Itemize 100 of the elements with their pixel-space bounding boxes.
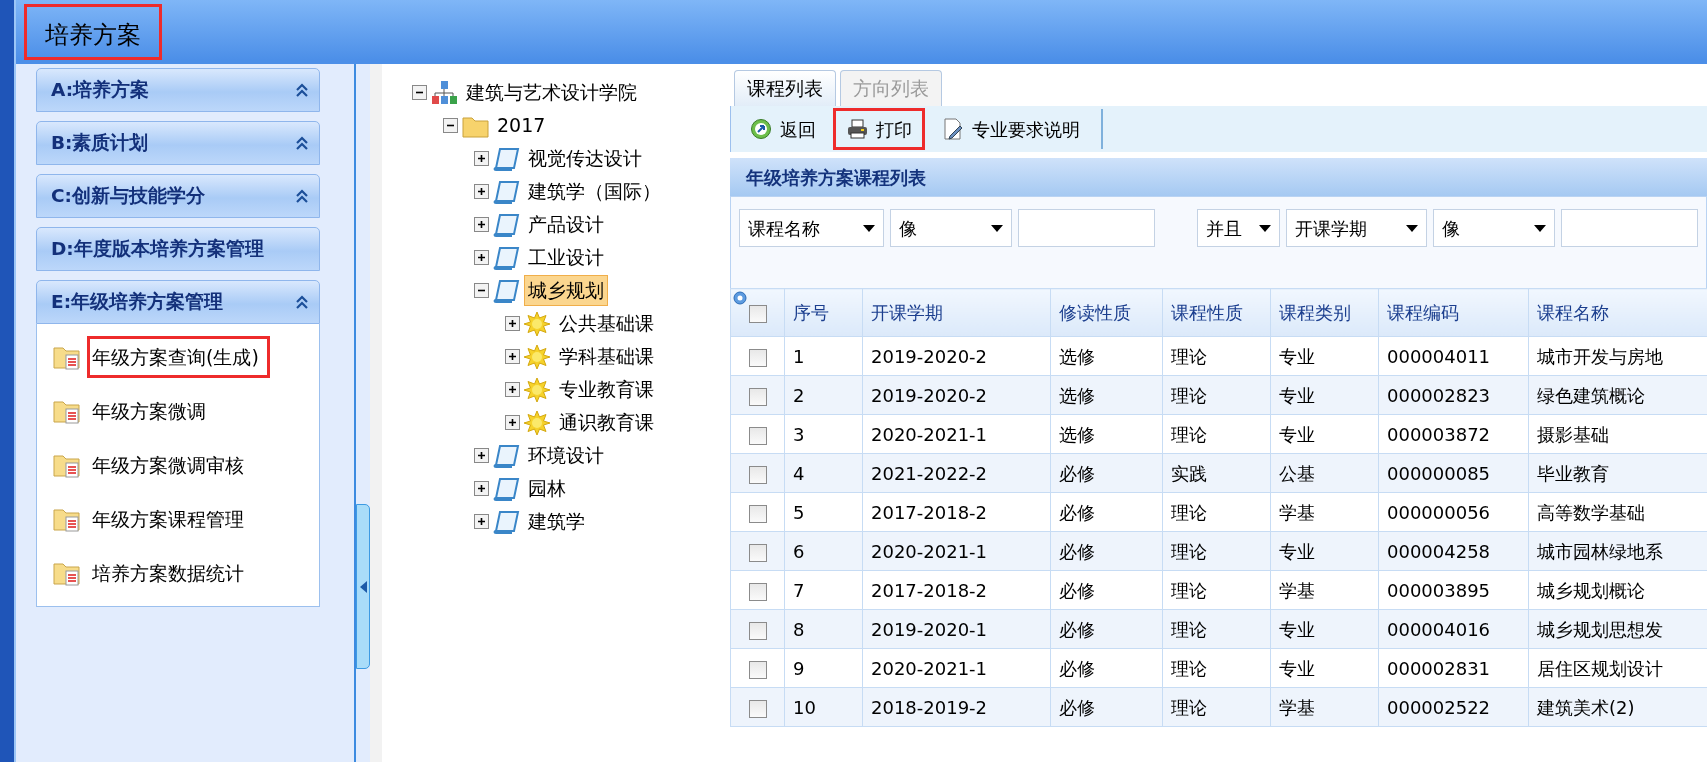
expand-icon[interactable] <box>474 184 489 199</box>
tree-item[interactable]: 环境设计 <box>524 440 608 471</box>
tree-item[interactable]: 工业设计 <box>524 242 608 273</box>
expand-icon[interactable] <box>474 151 489 166</box>
tree-item[interactable]: 建筑与艺术设计学院 <box>462 77 641 108</box>
table-cell: 理论 <box>1162 648 1271 688</box>
table-cell: 3 <box>784 414 863 454</box>
checkbox[interactable] <box>748 699 767 718</box>
select-field[interactable]: 开课学期 <box>1286 209 1428 247</box>
select-field[interactable]: 像 <box>1433 209 1556 247</box>
tree-item[interactable]: 公共基础课 <box>555 308 658 339</box>
column-header[interactable]: 开课学期 <box>862 288 1051 337</box>
tree-item[interactable]: 园林 <box>524 473 570 504</box>
text-field[interactable] <box>1561 209 1698 247</box>
tree-item[interactable]: 2017 <box>493 110 550 141</box>
accordion-header[interactable]: E:年级培养方案管理 <box>36 280 320 324</box>
table-cell: 2017-2018-2 <box>862 492 1051 532</box>
menu-item[interactable]: 年级方案微调 <box>87 389 217 433</box>
expand-icon[interactable] <box>474 481 489 496</box>
table-cell: 5 <box>784 492 863 532</box>
checkbox[interactable] <box>748 660 767 679</box>
column-header[interactable]: 修读性质 <box>1050 288 1163 337</box>
toolbar-button[interactable]: 返回 <box>737 108 829 150</box>
collapse-icon[interactable] <box>474 283 489 298</box>
expand-icon[interactable] <box>474 250 489 265</box>
tree-item[interactable]: 通识教育课 <box>555 407 658 438</box>
tree-item[interactable]: 城乡规划 <box>524 275 608 306</box>
table-cell: 000003872 <box>1378 414 1529 454</box>
accordion-header[interactable]: C:创新与技能学分 <box>36 174 320 218</box>
expand-icon[interactable] <box>474 448 489 463</box>
column-header[interactable]: 课程类别 <box>1270 288 1379 337</box>
column-header[interactable]: 课程编码 <box>1378 288 1529 337</box>
menu-item[interactable]: 年级方案查询(生成) <box>87 335 270 379</box>
dropdown-arrow-icon <box>863 224 876 232</box>
table-cell: 实践 <box>1162 453 1271 493</box>
checkbox[interactable] <box>748 387 767 406</box>
scroll-icon <box>493 442 520 469</box>
column-header[interactable]: 课程名称 <box>1528 288 1707 337</box>
printer-icon <box>846 118 868 140</box>
checkbox[interactable] <box>748 426 767 445</box>
expand-icon[interactable] <box>505 382 520 397</box>
table-cell: 选修 <box>1050 414 1163 454</box>
tree-item[interactable]: 建筑学 <box>524 506 589 537</box>
table-cell: 学基 <box>1270 687 1379 727</box>
table-cell: 专业 <box>1270 648 1379 688</box>
expand-icon[interactable] <box>505 316 520 331</box>
table-cell: 必修 <box>1050 687 1163 727</box>
table-cell: 2019-2020-2 <box>862 336 1051 376</box>
table-cell: 理论 <box>1162 375 1271 415</box>
table-cell: 000002831 <box>1378 648 1529 688</box>
table-cell: 选修 <box>1050 375 1163 415</box>
checkbox[interactable] <box>748 582 767 601</box>
expand-icon[interactable] <box>505 349 520 364</box>
menu-item[interactable]: 培养方案数据统计 <box>87 551 255 595</box>
table-cell: 000004258 <box>1378 531 1529 571</box>
table-cell: 4 <box>784 453 863 493</box>
settings-icon[interactable] <box>732 290 748 306</box>
table-cell: 城市园林绿地系 <box>1528 531 1707 571</box>
checkbox[interactable] <box>748 465 767 484</box>
tree-item[interactable]: 建筑学（国际） <box>524 176 665 207</box>
select-field[interactable]: 并且 <box>1196 209 1281 247</box>
accordion-header[interactable]: B:素质计划 <box>36 121 320 165</box>
expand-icon[interactable] <box>505 415 520 430</box>
scroll-icon <box>493 475 520 502</box>
accordion-header[interactable]: D:年度版本培养方案管理 <box>36 227 320 271</box>
collapse-icon[interactable] <box>443 118 458 133</box>
checkbox[interactable] <box>748 543 767 562</box>
tree-item[interactable]: 视觉传达设计 <box>524 143 646 174</box>
table-cell: 2 <box>784 375 863 415</box>
tree-item[interactable]: 专业教育课 <box>555 374 658 405</box>
checkbox[interactable] <box>748 621 767 640</box>
tab[interactable]: 课程列表 <box>734 70 836 106</box>
table-cell: 绿色建筑概论 <box>1528 375 1707 415</box>
table-cell: 理论 <box>1162 609 1271 649</box>
expand-icon[interactable] <box>474 217 489 232</box>
accordion-header[interactable]: A:培养方案 <box>36 68 320 112</box>
checkbox[interactable] <box>748 305 767 323</box>
column-header[interactable]: 序号 <box>784 288 863 337</box>
collapse-handle[interactable] <box>356 504 370 669</box>
toolbar-button[interactable]: 打印 <box>833 108 925 150</box>
table-cell: 000004011 <box>1378 336 1529 376</box>
checkbox[interactable] <box>748 504 767 523</box>
tree-item[interactable]: 产品设计 <box>524 209 608 240</box>
collapse-icon[interactable] <box>412 85 427 100</box>
window-title: 培养方案 <box>24 4 162 60</box>
checkbox[interactable] <box>748 348 767 367</box>
org-chart-icon <box>431 79 458 106</box>
back-icon <box>750 118 772 140</box>
table-cell: 必修 <box>1050 453 1163 493</box>
menu-item[interactable]: 年级方案课程管理 <box>87 497 255 541</box>
expand-icon[interactable] <box>474 514 489 529</box>
text-field[interactable] <box>1017 209 1155 247</box>
column-header[interactable]: 课程性质 <box>1162 288 1271 337</box>
select-field[interactable]: 课程名称 <box>739 209 885 247</box>
select-field[interactable]: 像 <box>890 209 1012 247</box>
table-cell: 2018-2019-2 <box>862 687 1051 727</box>
toolbar-button[interactable]: 专业要求说明 <box>929 108 1093 150</box>
menu-item[interactable]: 年级方案微调审核 <box>87 443 255 487</box>
table-cell: 2020-2021-1 <box>862 648 1051 688</box>
tree-item[interactable]: 学科基础课 <box>555 341 658 372</box>
